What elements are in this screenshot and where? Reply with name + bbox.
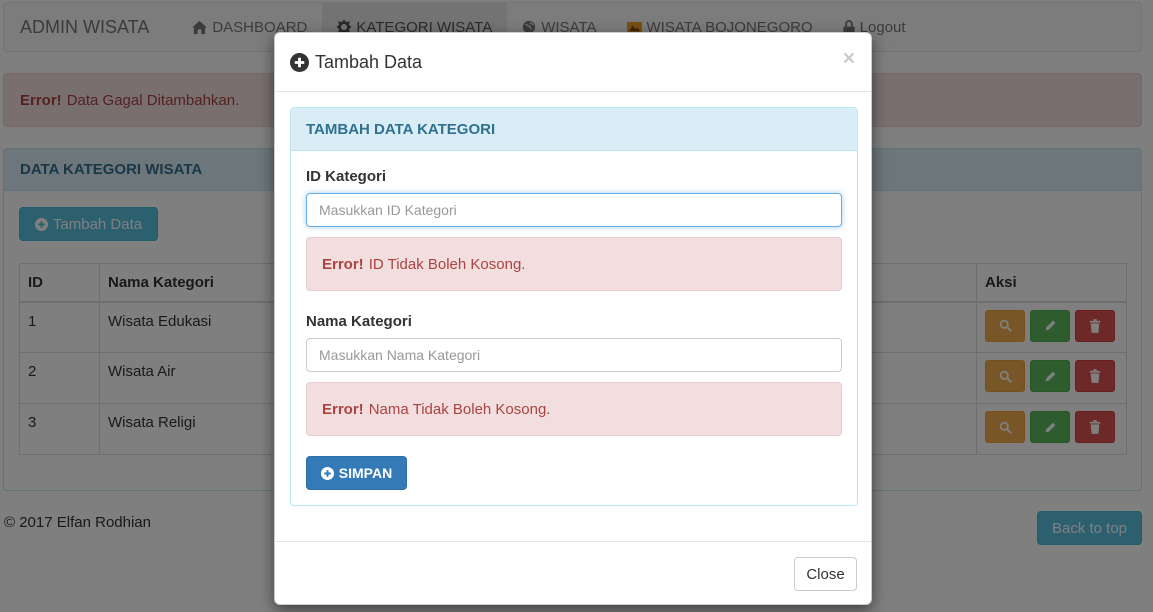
modal-close-x[interactable]: × [843, 47, 855, 71]
id-error-alert: Error! ID Tidak Boleh Kosong. [306, 237, 842, 291]
plus-circle-icon [290, 52, 309, 72]
simpan-button[interactable]: SIMPAN [306, 456, 407, 490]
nama-error-message: Nama Tidak Boleh Kosong. [368, 400, 551, 418]
close-button[interactable]: Close [794, 557, 857, 591]
id-error-message: ID Tidak Boleh Kosong. [368, 255, 526, 273]
simpan-label: SIMPAN [338, 465, 393, 481]
id-kategori-input[interactable] [306, 193, 842, 227]
id-kategori-label: ID Kategori [306, 168, 387, 185]
modal-header: Tambah Data × [275, 33, 871, 92]
nama-error-alert: Error! Nama Tidak Boleh Kosong. [306, 382, 842, 436]
tambah-kategori-title: TAMBAH DATA KATEGORI [291, 108, 857, 151]
nama-kategori-label: Nama Kategori [306, 313, 412, 330]
nama-kategori-input[interactable] [306, 338, 842, 372]
modal-title: Tambah Data [315, 51, 423, 72]
nama-error-strong: Error! [322, 400, 364, 418]
tambah-data-modal: Tambah Data × TAMBAH DATA KATEGORI ID Ka… [274, 32, 872, 605]
modal-footer: Close [275, 541, 871, 605]
tambah-kategori-panel: TAMBAH DATA KATEGORI ID Kategori Error! … [290, 107, 858, 506]
id-error-strong: Error! [322, 255, 364, 273]
plus-circle-icon [320, 466, 334, 480]
